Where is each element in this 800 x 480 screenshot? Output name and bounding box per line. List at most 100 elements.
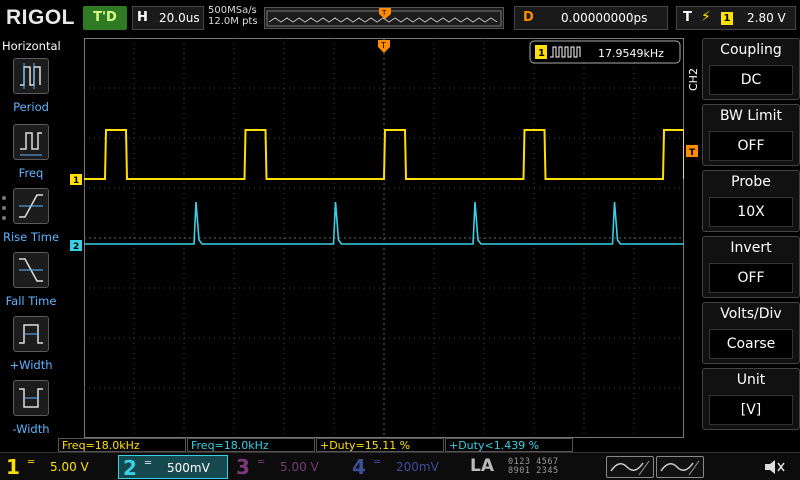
measure-positive-width[interactable]: +Width <box>0 316 62 378</box>
measure-rise-time-label: Rise Time <box>2 230 60 244</box>
generator-2-button[interactable] <box>656 456 704 478</box>
delay-box[interactable]: D 0.00000000ps <box>514 6 668 30</box>
counter-value: 17.9549kHz <box>598 47 664 60</box>
delay-value: 0.00000000ps <box>561 11 648 25</box>
dc-coupling-icon: ═ <box>28 457 35 468</box>
dc-coupling-icon: ═ <box>145 458 152 469</box>
waveform-display[interactable]: T 1 17.9549kHz <box>84 38 762 438</box>
channel-1-status[interactable]: 1 ═ 5.00 V <box>6 455 110 479</box>
measurement-ch1-duty[interactable]: +Duty=15.11 % <box>316 438 444 452</box>
menu-bw-limit-title: BW Limit <box>719 108 783 124</box>
generator-1-button[interactable] <box>606 456 654 478</box>
channel-4-number: 4 <box>352 455 366 479</box>
menu-invert-title: Invert <box>730 240 772 256</box>
acquisition-info: 500MSa/s 12.0M pts <box>208 5 258 27</box>
positive-width-icon <box>13 316 49 352</box>
timeline-waveform: T <box>266 8 502 27</box>
trigger-letter: T <box>683 10 692 25</box>
waveform-svg: T 1 17.9549kHz <box>84 38 762 438</box>
ch2-offset-marker[interactable]: 2 <box>70 240 84 252</box>
timebase-box[interactable]: H 20.0us <box>132 6 204 30</box>
menu-probe[interactable]: Probe 10X <box>702 170 800 232</box>
menu-unit[interactable]: Unit [V] <box>702 368 800 430</box>
measure-freq[interactable]: Freq <box>0 124 62 186</box>
menu-unit-value: [V] <box>709 395 793 425</box>
channel-2-scale: 500mV <box>167 461 210 475</box>
measurement-ch1-freq[interactable]: Freq=18.0kHz <box>58 438 186 452</box>
menu-probe-title: Probe <box>731 174 771 190</box>
menu-volts-div-value: Coarse <box>709 329 793 359</box>
measurement-ch2-freq[interactable]: Freq=18.0kHz <box>187 438 315 452</box>
channel-1-scale: 5.00 V <box>50 460 89 474</box>
period-icon <box>13 58 49 94</box>
sample-rate: 500MSa/s <box>208 5 257 16</box>
measure-positive-width-label: +Width <box>9 358 53 372</box>
measure-negative-width[interactable]: -Width <box>0 380 62 442</box>
channel-3-status[interactable]: 3 ═ 5.00 V <box>236 455 344 479</box>
channel-3-scale: 5.00 V <box>280 460 319 474</box>
rising-edge-icon: ⚡ <box>701 9 711 25</box>
trigger-level-marker[interactable]: T <box>686 145 700 159</box>
svg-text:T: T <box>689 148 696 158</box>
channel-3-number: 3 <box>236 455 250 479</box>
counter-channel: 1 <box>538 48 545 59</box>
channel-1-number: 1 <box>6 455 20 479</box>
menu-probe-value: 10X <box>709 197 793 227</box>
run-status-badge[interactable]: T'D <box>83 6 127 30</box>
menu-invert[interactable]: Invert OFF <box>702 236 800 298</box>
trigger-source-badge: 1 <box>721 12 733 25</box>
measure-period[interactable]: Period <box>0 58 62 120</box>
dc-coupling-icon: ═ <box>258 457 265 468</box>
frequency-counter[interactable]: 1 17.9549kHz <box>529 40 681 64</box>
menu-coupling[interactable]: Coupling DC <box>702 38 800 100</box>
logic-analyzer-status[interactable]: LA 0123 4567 8901 2345 <box>468 455 600 479</box>
measure-fall-time[interactable]: Fall Time <box>0 252 62 314</box>
menu-bw-limit-value: OFF <box>709 131 793 161</box>
trigger-position-letter: T <box>380 41 386 50</box>
channel-2-status[interactable]: 2 ═ 500mV <box>118 455 228 480</box>
measure-fall-time-label: Fall Time <box>5 294 57 308</box>
svg-text:1: 1 <box>73 176 79 186</box>
sine-wave-icon <box>660 460 700 476</box>
measurement-bar: Freq=18.0kHz Freq=18.0kHz +Duty=15.11 % … <box>58 438 700 452</box>
fall-time-icon <box>13 252 49 288</box>
la-channel-digits: 0123 4567 8901 2345 <box>508 457 559 476</box>
rise-time-icon <box>13 188 49 224</box>
timebase-value: 20.0us <box>159 11 200 25</box>
measure-panel: Horizontal Period Freq Rise Time Fall Ti… <box>0 38 62 452</box>
menu-volts-div[interactable]: Volts/Div Coarse <box>702 302 800 364</box>
channel-tab: CH2 <box>686 60 702 100</box>
la-label: LA <box>470 456 494 476</box>
measure-negative-width-label: -Width <box>12 422 50 436</box>
top-status-bar: RIGOL T'D H 20.0us 500MSa/s 12.0M pts T … <box>0 0 800 38</box>
dc-coupling-icon: ═ <box>374 457 381 468</box>
menu-invert-value: OFF <box>709 263 793 293</box>
memory-timeline[interactable]: T <box>264 7 504 29</box>
measure-freq-label: Freq <box>18 166 44 180</box>
menu-coupling-value: DC <box>709 65 793 95</box>
menu-coupling-title: Coupling <box>720 42 782 58</box>
channel-4-status[interactable]: 4 ═ 200mV <box>352 455 460 479</box>
trigger-box[interactable]: T ⚡ 1 2.80 V <box>676 6 796 30</box>
delay-letter: D <box>523 10 534 25</box>
channel-menu: Coupling DC BW Limit OFF Probe 10X Inver… <box>702 38 800 436</box>
measure-panel-title: Horizontal <box>2 39 61 53</box>
horizontal-letter: H <box>137 10 148 25</box>
negative-width-icon <box>13 380 49 416</box>
measure-rise-time[interactable]: Rise Time <box>0 188 62 250</box>
menu-volts-div-title: Volts/Div <box>720 306 782 322</box>
menu-unit-title: Unit <box>736 372 766 388</box>
measurement-ch2-duty[interactable]: +Duty<1.439 % <box>445 438 573 452</box>
channel-2-number: 2 <box>123 456 137 480</box>
svg-text:2: 2 <box>73 242 79 252</box>
menu-bw-limit[interactable]: BW Limit OFF <box>702 104 800 166</box>
speaker-muted-icon[interactable] <box>762 457 786 477</box>
channel-status-bar: 1 ═ 5.00 V 2 ═ 500mV 3 ═ 5.00 V 4 ═ 200m… <box>0 452 800 480</box>
channel-4-scale: 200mV <box>396 460 439 474</box>
trigger-level-value: 2.80 V <box>747 11 786 25</box>
sine-wave-icon <box>610 460 650 476</box>
ch1-offset-marker[interactable]: 1 <box>70 174 84 186</box>
measure-period-label: Period <box>13 100 49 114</box>
timeline-trigger-letter: T <box>381 9 387 17</box>
brand-logo: RIGOL <box>6 6 75 29</box>
